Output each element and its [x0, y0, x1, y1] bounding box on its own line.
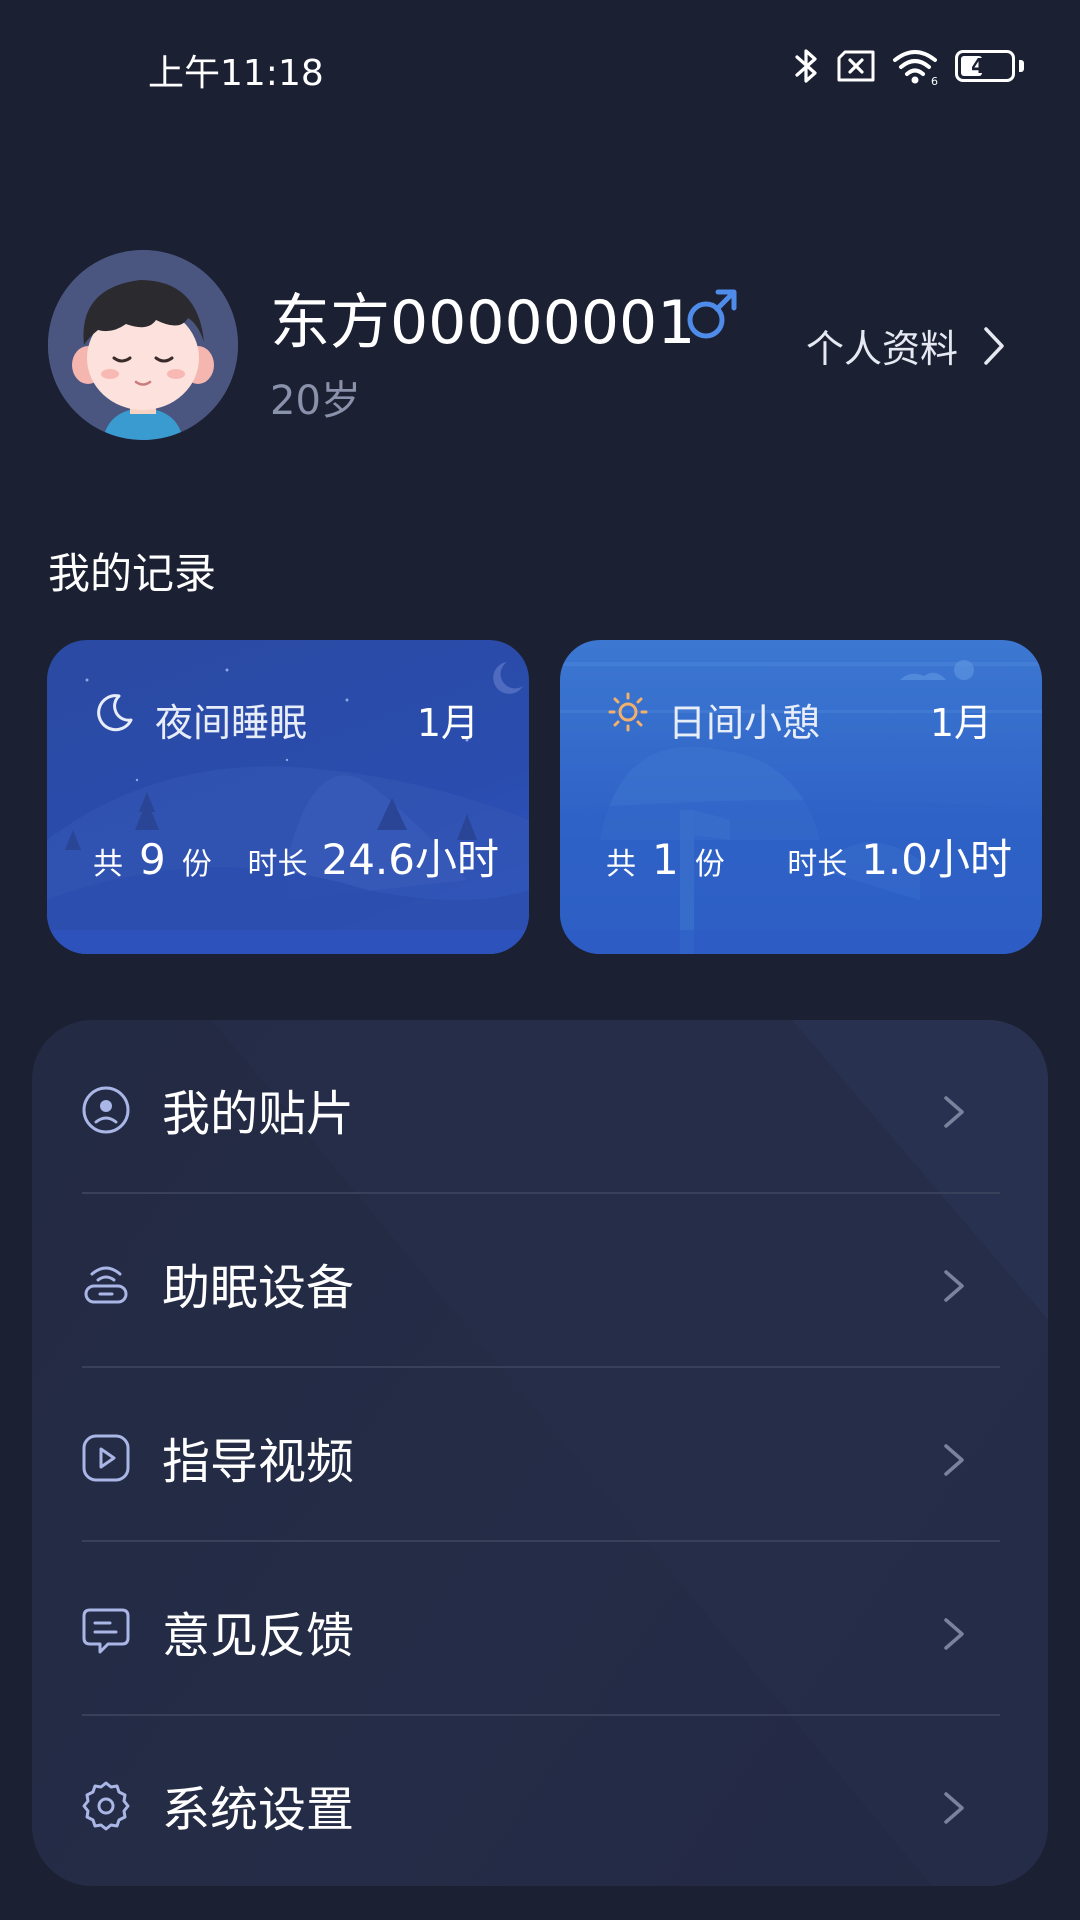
record-count: 1 — [652, 835, 679, 884]
device-icon — [84, 1266, 128, 1304]
menu-item-guide-video[interactable]: 指导视频 — [32, 1368, 1048, 1542]
daytime-nap-stats: 共 1 份 时长 1.0小时 — [606, 826, 1012, 886]
profile-link[interactable]: 个人资料 — [806, 318, 1006, 373]
menu-item-my-patch[interactable]: 我的贴片 — [32, 1020, 1048, 1194]
status-icons: 6 43 — [793, 44, 1024, 88]
night-sleep-month: 1月 — [416, 701, 479, 745]
day-scene-illustration — [560, 660, 1042, 954]
duration-value: 24.6小时 — [321, 835, 499, 884]
battery-cap — [1019, 60, 1024, 72]
chevron-right-icon — [944, 1618, 964, 1650]
profile-header: 东方00000001 20岁 个人资料 — [48, 250, 1038, 445]
battery-level-text: 43 — [971, 54, 999, 78]
moon-icon — [97, 694, 133, 732]
chevron-right-icon — [944, 1096, 964, 1128]
chevron-right-icon — [944, 1444, 964, 1476]
count-unit: 份 — [181, 847, 212, 882]
chevron-right-icon — [984, 326, 1004, 365]
duration-label: 时长 — [787, 847, 848, 882]
profile-link-label: 个人资料 — [806, 327, 959, 371]
user-age: 20岁 — [270, 378, 361, 424]
battery-icon: 43 — [955, 50, 1015, 82]
bluetooth-icon — [795, 49, 817, 83]
user-name: 东方00000001 — [270, 288, 696, 358]
avatar-illustration — [48, 250, 238, 440]
menu-item-sleep-device[interactable]: 助眠设备 — [32, 1194, 1048, 1368]
count-unit: 份 — [694, 847, 725, 882]
sun-icon — [608, 692, 648, 732]
duration-value: 1.0小时 — [861, 835, 1012, 884]
night-scene-illustration — [47, 662, 529, 954]
chevron-right-icon — [944, 1792, 964, 1824]
avatar[interactable] — [48, 250, 238, 440]
menu-item-label: 助眠设备 — [162, 1260, 355, 1316]
daytime-nap-month: 1月 — [929, 701, 992, 745]
menu-item-system-settings[interactable]: 系统设置 — [32, 1716, 1048, 1886]
menu-item-label: 意见反馈 — [162, 1608, 355, 1664]
chevron-right-icon — [944, 1270, 964, 1302]
daytime-nap-card[interactable]: 日间小憩 1月 共 1 份 时长 1.0小时 — [560, 640, 1042, 954]
records-section-title: 我的记录 — [48, 549, 217, 598]
male-icon — [687, 289, 737, 339]
record-count: 9 — [139, 835, 166, 884]
status-bar: 上午11:18 6 43 — [0, 0, 1080, 135]
menu-item-label: 指导视频 — [162, 1434, 355, 1490]
count-prefix: 共 — [606, 847, 636, 882]
svg-text:6: 6 — [931, 75, 938, 86]
gear-icon — [82, 1781, 130, 1831]
night-sleep-title: 夜间睡眠 — [155, 701, 308, 745]
night-sleep-card[interactable]: 夜间睡眠 1月 共 9 份 时长 24.6小时 — [47, 640, 529, 954]
video-icon — [82, 1434, 130, 1482]
daytime-nap-title: 日间小憩 — [668, 701, 821, 745]
count-prefix: 共 — [93, 847, 123, 882]
wifi-icon: 6 — [893, 50, 938, 86]
menu-card: 我的贴片 助眠设备 指导视频 意见反馈 系统设置 — [32, 1020, 1048, 1886]
patch-icon — [82, 1086, 130, 1134]
menu-item-label: 我的贴片 — [162, 1086, 355, 1142]
no-sim-icon — [837, 50, 875, 82]
menu-item-label: 系统设置 — [162, 1782, 355, 1838]
status-time: 上午11:18 — [148, 53, 324, 94]
feedback-icon — [82, 1608, 130, 1654]
menu-item-feedback[interactable]: 意见反馈 — [32, 1542, 1048, 1716]
duration-label: 时长 — [247, 847, 308, 882]
night-sleep-stats: 共 9 份 时长 24.6小时 — [93, 826, 499, 886]
